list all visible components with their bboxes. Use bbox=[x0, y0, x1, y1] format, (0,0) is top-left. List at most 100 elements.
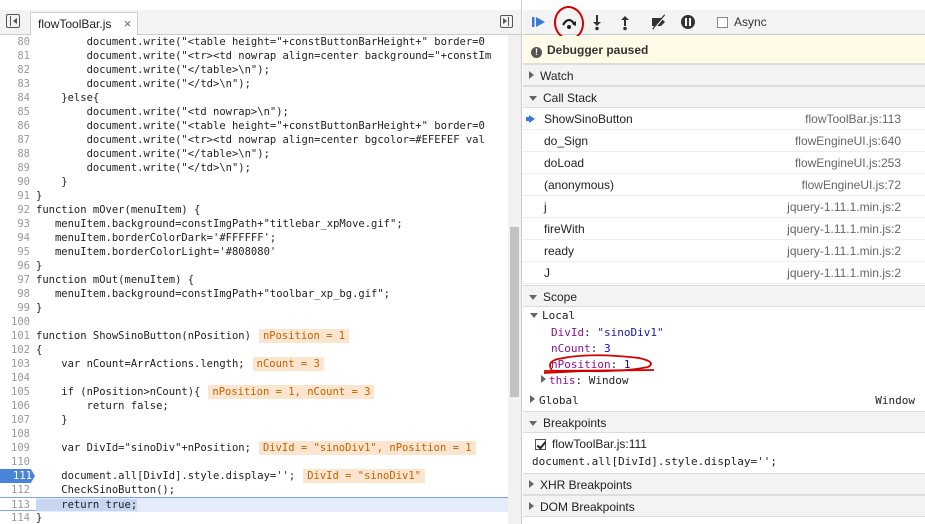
deactivate-breakpoints-icon[interactable] bbox=[649, 13, 669, 31]
code-line[interactable]: 114} bbox=[0, 511, 508, 524]
code-line[interactable]: 87 document.write("<tr><td nowrap align=… bbox=[0, 133, 508, 147]
line-number[interactable]: 83 bbox=[0, 77, 30, 91]
breakpoints-section-header[interactable]: Breakpoints bbox=[523, 411, 925, 433]
line-number[interactable]: 85 bbox=[0, 105, 30, 119]
line-number[interactable]: 92 bbox=[0, 203, 30, 217]
call-frame[interactable]: (anonymous) flowEngineUI.js:72 bbox=[523, 174, 925, 196]
code-line[interactable]: 82 document.write("</table>\n"); bbox=[0, 63, 508, 77]
line-number[interactable]: 87 bbox=[0, 133, 30, 147]
line-number[interactable]: 114 bbox=[0, 511, 30, 524]
dom-breakpoints-section-header[interactable]: DOM Breakpoints bbox=[523, 495, 925, 517]
line-number[interactable]: 108 bbox=[0, 427, 30, 441]
call-frame[interactable]: do_Sign flowEngineUI.js:640 bbox=[523, 130, 925, 152]
code-line[interactable]: 98 menuItem.background=constImgPath+"too… bbox=[0, 287, 508, 301]
call-frame[interactable]: ShowSinoButton flowToolBar.js:113 bbox=[523, 108, 925, 130]
call-frame-location[interactable]: flowEngineUI.js:72 bbox=[802, 178, 901, 192]
code-line[interactable]: 84 }else{ bbox=[0, 91, 508, 105]
async-checkbox-box[interactable] bbox=[717, 17, 728, 28]
step-out-icon[interactable] bbox=[615, 13, 635, 31]
close-tab-icon[interactable]: × bbox=[124, 16, 132, 31]
line-number[interactable]: 101 bbox=[0, 329, 30, 343]
code-line[interactable]: 83 document.write("</td>\n"); bbox=[0, 77, 508, 91]
code-line[interactable]: 110 bbox=[0, 455, 508, 469]
line-number[interactable]: 100 bbox=[0, 315, 30, 329]
line-number[interactable]: 86 bbox=[0, 119, 30, 133]
code-line[interactable]: 104 bbox=[0, 371, 508, 385]
line-number[interactable]: 90 bbox=[0, 175, 30, 189]
code-line[interactable]: 103 var nCount=ArrActions.length; nCount … bbox=[0, 357, 508, 371]
code-line[interactable]: 86 document.write("<table height="+const… bbox=[0, 119, 508, 133]
code-line[interactable]: 112 CheckSinoButton(); bbox=[0, 483, 508, 497]
call-frame-location[interactable]: flowToolBar.js:113 bbox=[805, 112, 901, 126]
line-number[interactable]: 93 bbox=[0, 217, 30, 231]
code-line[interactable]: 113 return true; bbox=[0, 497, 508, 512]
code-line[interactable]: 107 } bbox=[0, 413, 508, 427]
scope-var-row[interactable]: DivId: "sinoDiv1" bbox=[551, 326, 925, 342]
line-number[interactable]: 94 bbox=[0, 231, 30, 245]
step-into-icon[interactable] bbox=[587, 13, 607, 31]
line-number[interactable]: 112 bbox=[0, 483, 30, 497]
breakpoint-checkbox[interactable] bbox=[535, 439, 546, 450]
line-number[interactable]: 91 bbox=[0, 189, 30, 203]
editor-scroll-thumb[interactable] bbox=[510, 227, 519, 397]
code-line[interactable]: 91} bbox=[0, 189, 508, 203]
code-line[interactable]: 89 document.write("</td>\n"); bbox=[0, 161, 508, 175]
code-line[interactable]: 96} bbox=[0, 259, 508, 273]
call-frame[interactable]: doLoad flowEngineUI.js:253 bbox=[523, 152, 925, 174]
breakpoint-line-number[interactable]: 111 bbox=[0, 469, 35, 483]
scope-local-header[interactable]: Local bbox=[530, 309, 925, 325]
line-number[interactable]: 88 bbox=[0, 147, 30, 161]
code-line[interactable]: 105 if (nPosition>nCount){nPosition = 1,… bbox=[0, 385, 508, 399]
toggle-debugger-icon[interactable] bbox=[500, 15, 513, 28]
call-frame[interactable]: j jquery-1.11.1.min.js:2 bbox=[523, 196, 925, 218]
line-number[interactable]: 107 bbox=[0, 413, 30, 427]
code-line[interactable]: 97 function mOut(menuItem) { bbox=[0, 273, 508, 287]
code-line[interactable]: 106 return false; bbox=[0, 399, 508, 413]
line-number[interactable]: 113 bbox=[0, 498, 30, 512]
code-line[interactable]: 80 document.write("<table height="+const… bbox=[0, 35, 508, 49]
resume-icon[interactable] bbox=[529, 13, 549, 31]
watch-section-header[interactable]: Watch bbox=[523, 64, 925, 86]
call-stack-section-header[interactable]: Call Stack bbox=[523, 86, 925, 108]
code-line[interactable]: 99} bbox=[0, 301, 508, 315]
scope-section-header[interactable]: Scope bbox=[523, 285, 925, 307]
line-number[interactable]: 97 bbox=[0, 273, 30, 287]
line-number[interactable]: 98 bbox=[0, 287, 30, 301]
call-frame-location[interactable]: jquery-1.11.1.min.js:2 bbox=[787, 244, 901, 258]
code-line[interactable]: 90 } bbox=[0, 175, 508, 189]
call-frame-location[interactable]: flowEngineUI.js:253 bbox=[795, 156, 901, 170]
call-frame-location[interactable]: jquery-1.11.1.min.js:2 bbox=[787, 222, 901, 236]
scope-global-row[interactable]: Global Window bbox=[530, 394, 925, 410]
code-line[interactable]: 108 bbox=[0, 427, 508, 441]
pause-on-exceptions-icon[interactable] bbox=[678, 13, 698, 31]
line-number[interactable]: 95 bbox=[0, 245, 30, 259]
code-line[interactable]: 109 var DivId="sinoDiv"+nPosition; DivId … bbox=[0, 441, 508, 455]
call-frame-location[interactable]: jquery-1.11.1.min.js:2 bbox=[787, 266, 901, 280]
line-number[interactable]: 80 bbox=[0, 35, 30, 49]
editor-scrollbar[interactable] bbox=[508, 35, 521, 524]
file-tab[interactable]: flowToolBar.js × bbox=[30, 12, 139, 35]
code-line[interactable]: 93 menuItem.background=constImgPath+"tit… bbox=[0, 217, 508, 231]
code-line[interactable]: 95 menuItem.borderColorLight='#808080' bbox=[0, 245, 508, 259]
call-frame[interactable]: fireWith jquery-1.11.1.min.js:2 bbox=[523, 218, 925, 240]
xhr-breakpoints-section-header[interactable]: XHR Breakpoints bbox=[523, 473, 925, 495]
line-number[interactable]: 82 bbox=[0, 63, 30, 77]
line-number[interactable]: 105 bbox=[0, 385, 30, 399]
toggle-navigator-icon[interactable] bbox=[6, 14, 20, 28]
line-number[interactable]: 104 bbox=[0, 371, 30, 385]
line-number[interactable]: 89 bbox=[0, 161, 30, 175]
breakpoint-item[interactable]: flowToolBar.js:111 bbox=[535, 437, 647, 451]
line-number[interactable]: 96 bbox=[0, 259, 30, 273]
code-editor[interactable]: 80 document.write("<table height="+const… bbox=[0, 35, 508, 524]
line-number[interactable]: 102 bbox=[0, 343, 30, 357]
code-line[interactable]: 92 function mOver(menuItem) { bbox=[0, 203, 508, 217]
line-number[interactable]: 109 bbox=[0, 441, 30, 455]
line-number[interactable]: 103 bbox=[0, 357, 30, 371]
scope-var-row[interactable]: this: Window bbox=[541, 374, 925, 390]
code-line[interactable]: 85 document.write("<td nowrap>\n"); bbox=[0, 105, 508, 119]
code-line[interactable]: 101 function ShowSinoButton(nPosition) nPo… bbox=[0, 329, 508, 343]
line-number[interactable]: 84 bbox=[0, 91, 30, 105]
code-line[interactable]: 94 menuItem.borderColorDark='#FFFFFF'; bbox=[0, 231, 508, 245]
line-number[interactable]: 81 bbox=[0, 49, 30, 63]
call-frame[interactable]: ready jquery-1.11.1.min.js:2 bbox=[523, 240, 925, 262]
